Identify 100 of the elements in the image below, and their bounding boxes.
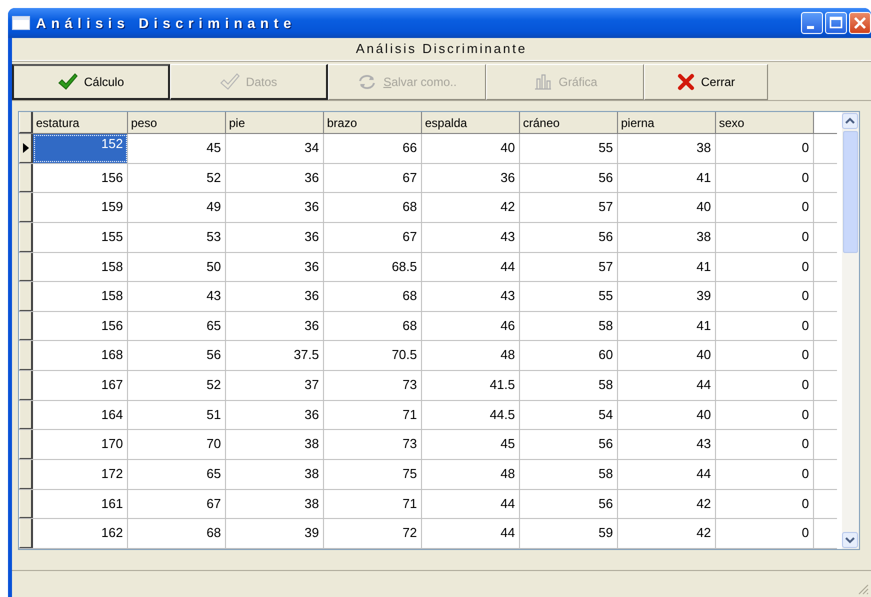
table-cell: 60	[520, 341, 618, 370]
table-cell: 0	[716, 460, 814, 489]
table-cell: 73	[324, 371, 422, 400]
table-cell: 44	[422, 519, 520, 548]
table-cell: 68	[324, 312, 422, 340]
table-cell: 52	[128, 164, 226, 192]
table-cell: 40	[618, 400, 716, 430]
column-header[interactable]: pierna	[618, 112, 716, 133]
table-cell: 54	[520, 400, 618, 430]
table-cell: 156	[33, 164, 128, 192]
table-cell: 167	[33, 371, 128, 400]
table-cell: 158	[33, 252, 128, 282]
table-cell: 70.5	[324, 341, 422, 370]
table-cell: 159	[33, 193, 128, 222]
table-cell: 68.5	[324, 252, 422, 282]
table-cell: 36	[226, 252, 324, 282]
table-cell: 42	[618, 519, 716, 548]
table-cell: 0	[716, 282, 814, 311]
table-cell: 38	[618, 222, 716, 252]
column-header[interactable]: peso	[128, 112, 226, 133]
table-cell: 37	[226, 371, 324, 400]
table-cell: 56	[520, 164, 618, 192]
table-cell: 56	[520, 222, 618, 252]
table-cell: 56	[520, 430, 618, 460]
column-header[interactable]: estatura	[33, 112, 128, 133]
table-cell: 75	[324, 460, 422, 489]
table-cell: 68	[324, 193, 422, 222]
table-cell: 36	[226, 193, 324, 222]
table-cell: 0	[716, 341, 814, 370]
table-cell: 164	[33, 400, 128, 430]
table-cell: 48	[422, 460, 520, 489]
table-cell: 0	[716, 164, 814, 192]
column-header[interactable]: cráneo	[520, 112, 618, 133]
table-cell: 67	[324, 164, 422, 192]
table-cell: 45	[422, 430, 520, 460]
table-cell: 36	[226, 282, 324, 311]
table-cell: 56	[520, 490, 618, 518]
table-cell: 72	[324, 519, 422, 548]
table-cell: 158	[33, 282, 128, 311]
table-cell: 58	[520, 371, 618, 400]
table-cell: 44	[618, 460, 716, 489]
toolbar-button[interactable]: Cerrar	[644, 64, 768, 100]
column-header[interactable]: pie	[226, 112, 324, 133]
table-cell: 172	[33, 460, 128, 489]
table-cell: 48	[422, 341, 520, 370]
table-cell: 44	[422, 490, 520, 518]
table-cell: 0	[716, 400, 814, 430]
table-cell: 43	[422, 282, 520, 311]
table-cell: 46	[422, 312, 520, 340]
table-cell: 0	[716, 134, 814, 163]
table-cell: 36	[226, 400, 324, 430]
table-cell: 52	[128, 371, 226, 400]
table-cell: 53	[128, 222, 226, 252]
table-cell: 170	[33, 430, 128, 460]
column-header[interactable]: espalda	[422, 112, 520, 133]
column-header[interactable]: brazo	[324, 112, 422, 133]
table-cell: 44	[422, 252, 520, 282]
table-cell: 68	[128, 519, 226, 548]
table-cell: 45	[128, 134, 226, 163]
table-cell: 0	[716, 312, 814, 340]
table-cell: 55	[520, 134, 618, 163]
table-cell: 40	[618, 341, 716, 370]
form-heading: Análisis Discriminante	[12, 38, 871, 61]
table-cell: 36	[226, 312, 324, 340]
table-cell: 156	[33, 312, 128, 340]
table-cell: 0	[716, 519, 814, 548]
table-cell: 162	[33, 519, 128, 548]
table-cell: 65	[128, 312, 226, 340]
table-cell: 42	[422, 193, 520, 222]
table-cell: 0	[716, 252, 814, 282]
table-cell: 36	[226, 222, 324, 252]
table-cell: 40	[618, 193, 716, 222]
table-cell: 57	[520, 193, 618, 222]
table-cell: 0	[716, 430, 814, 460]
table-cell: 44.5	[422, 400, 520, 430]
column-header[interactable]: sexo	[716, 112, 814, 133]
table-cell: 42	[618, 490, 716, 518]
table-cell: 44	[618, 371, 716, 400]
table-cell: 51	[128, 400, 226, 430]
table-cell: 155	[33, 222, 128, 252]
table-cell: 41	[618, 252, 716, 282]
table-cell: 41	[618, 312, 716, 340]
table-cell: 71	[324, 400, 422, 430]
table-cell: 39	[618, 282, 716, 311]
table-cell: 49	[128, 193, 226, 222]
table-cell: 38	[226, 430, 324, 460]
table-cell: 58	[520, 460, 618, 489]
table-cell: 55	[520, 282, 618, 311]
toolbar-button[interactable]: Cálculo	[12, 64, 170, 100]
table-cell: 66	[324, 134, 422, 163]
table-cell: 43	[422, 222, 520, 252]
table-cell: 36	[422, 164, 520, 192]
table-cell: 38	[226, 460, 324, 489]
table-cell: 168	[33, 341, 128, 370]
table-cell: 0	[716, 490, 814, 518]
table-cell: 38	[226, 490, 324, 518]
table-cell: 0	[716, 222, 814, 252]
table-cell: 65	[128, 460, 226, 489]
table-cell: 59	[520, 519, 618, 548]
table-cell: 41.5	[422, 371, 520, 400]
